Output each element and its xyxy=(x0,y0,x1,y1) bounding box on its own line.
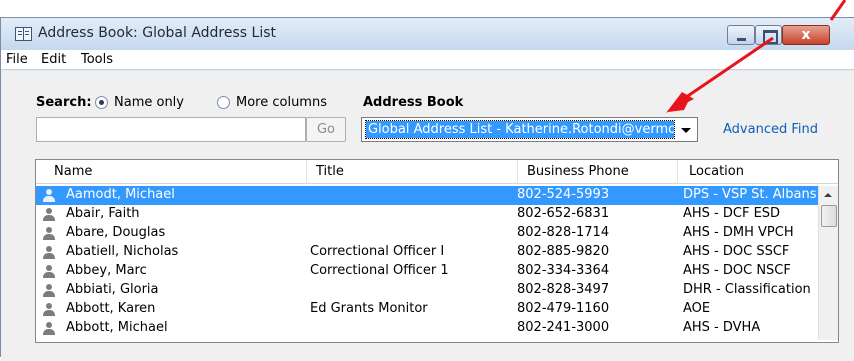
cell-location: AHS - DMH VPCH xyxy=(683,225,794,240)
cell-phone: 802-241-3000 xyxy=(517,320,610,335)
advanced-find-link[interactable]: Advanced Find xyxy=(723,122,818,137)
cell-location: AOE xyxy=(683,301,711,316)
scroll-up-icon[interactable] xyxy=(824,193,832,197)
column-divider[interactable] xyxy=(517,160,518,184)
radio-name-only[interactable] xyxy=(95,96,108,109)
cell-phone: 802-652-6831 xyxy=(517,206,610,221)
cell-phone: 802-524-5993 xyxy=(517,187,610,202)
cell-location: DPS - VSP St. Albans xyxy=(683,187,817,202)
search-label: Search: xyxy=(36,95,92,110)
radio-name-only-label[interactable]: Name only xyxy=(114,95,184,110)
menu-edit[interactable]: Edit xyxy=(41,52,66,67)
cell-name: Abbott, Michael xyxy=(66,320,168,335)
cell-name: Abbiati, Gloria xyxy=(66,282,159,297)
search-input[interactable] xyxy=(36,117,306,142)
cell-location: AHS - DVHA xyxy=(683,320,761,335)
radio-more-columns-label[interactable]: More columns xyxy=(236,95,327,110)
cell-name: Abatiell, Nicholas xyxy=(66,244,179,259)
list-header: Name Title Business Phone Location xyxy=(36,160,838,184)
list-rows: Aamodt, Michael 802-524-5993 DPS - VSP S… xyxy=(36,186,818,340)
table-row[interactable]: Abair, Faith 802-652-6831 AHS - DCF ESD xyxy=(36,205,818,224)
table-row[interactable]: Abbott, Karen Ed Grants Monitor 802-479-… xyxy=(36,300,818,319)
vertical-scrollbar[interactable] xyxy=(818,186,838,340)
cell-phone: 802-479-1160 xyxy=(517,301,610,316)
cell-phone: 802-828-3497 xyxy=(517,282,610,297)
window-title: Address Book: Global Address List xyxy=(38,25,276,41)
person-icon xyxy=(43,189,55,202)
minimize-button[interactable] xyxy=(727,25,755,45)
cell-location: AHS - DOC SSCF xyxy=(683,244,790,259)
cell-name: Abair, Faith xyxy=(66,206,140,221)
column-divider[interactable] xyxy=(306,160,307,184)
person-icon xyxy=(43,208,55,221)
table-row[interactable]: Abbott, Michael 802-241-3000 AHS - DVHA xyxy=(36,319,818,338)
person-icon xyxy=(43,303,55,316)
dropdown-arrow-icon[interactable] xyxy=(681,128,691,133)
column-header-location[interactable]: Location xyxy=(689,164,744,179)
cell-phone: 802-885-9820 xyxy=(517,244,610,259)
table-row[interactable]: Abare, Douglas 802-828-1714 AHS - DMH VP… xyxy=(36,224,818,243)
cell-name: Abbey, Marc xyxy=(66,263,147,278)
go-button[interactable]: Go xyxy=(306,117,346,142)
cell-location: AHS - DCF ESD xyxy=(683,206,781,221)
column-header-title[interactable]: Title xyxy=(316,164,344,179)
cell-title: Correctional Officer 1 xyxy=(310,263,449,278)
address-book-icon xyxy=(15,27,32,41)
cell-location: AHS - DOC NSCF xyxy=(683,263,791,278)
cell-location: DHR - Classification xyxy=(683,282,811,297)
close-button[interactable]: x xyxy=(782,25,830,45)
menu-bar: File Edit Tools xyxy=(1,50,854,70)
close-icon: x xyxy=(801,27,811,43)
cell-name: Abbott, Karen xyxy=(66,301,156,316)
column-divider[interactable] xyxy=(677,160,678,184)
cell-name: Aamodt, Michael xyxy=(66,187,175,202)
cell-title: Ed Grants Monitor xyxy=(310,301,428,316)
menu-file[interactable]: File xyxy=(6,52,28,67)
table-row[interactable]: Abatiell, Nicholas Correctional Officer … xyxy=(36,243,818,262)
menu-tools[interactable]: Tools xyxy=(81,52,113,67)
column-header-name[interactable]: Name xyxy=(54,164,92,179)
address-book-panel: Search: Name only More columns Address B… xyxy=(1,71,854,361)
person-icon xyxy=(43,246,55,259)
maximize-button[interactable] xyxy=(755,25,782,45)
table-row[interactable]: Aamodt, Michael 802-524-5993 DPS - VSP S… xyxy=(36,186,818,205)
cell-name: Abare, Douglas xyxy=(66,225,166,240)
title-bar[interactable]: Address Book: Global Address List x xyxy=(1,18,854,50)
cell-title: Correctional Officer I xyxy=(310,244,445,259)
address-book-selected-value: Global Address List - Katherine.Rotondi@… xyxy=(365,120,675,139)
scrollbar-thumb[interactable] xyxy=(821,205,837,227)
person-icon xyxy=(43,322,55,335)
table-row[interactable]: Abbiati, Gloria 802-828-3497 DHR - Class… xyxy=(36,281,818,300)
column-header-business-phone[interactable]: Business Phone xyxy=(527,164,629,179)
person-icon xyxy=(43,284,55,297)
address-book-window: Address Book: Global Address List x File… xyxy=(0,17,854,361)
address-book-label: Address Book xyxy=(363,95,464,110)
person-icon xyxy=(43,265,55,278)
table-row[interactable]: Abbey, Marc Correctional Officer 1 802-3… xyxy=(36,262,818,281)
cell-phone: 802-334-3364 xyxy=(517,263,610,278)
person-icon xyxy=(43,227,55,240)
cell-phone: 802-828-1714 xyxy=(517,225,610,240)
contact-list: Name Title Business Phone Location Aamod… xyxy=(35,159,839,343)
radio-more-columns[interactable] xyxy=(217,96,230,109)
address-book-dropdown[interactable]: Global Address List - Katherine.Rotondi@… xyxy=(361,117,698,142)
